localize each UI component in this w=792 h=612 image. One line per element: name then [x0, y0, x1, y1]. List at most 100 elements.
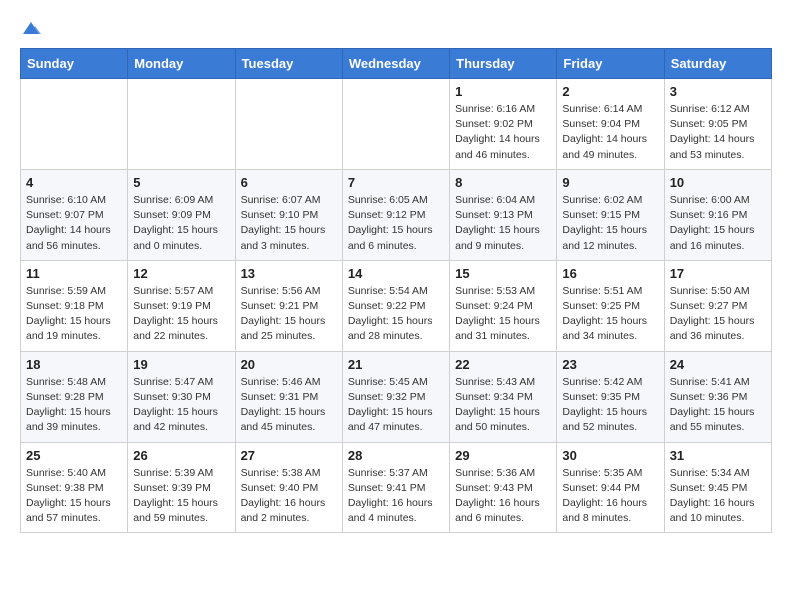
calendar-cell: 18Sunrise: 5:48 AM Sunset: 9:28 PM Dayli… — [21, 351, 128, 442]
day-number: 8 — [455, 175, 551, 190]
calendar-cell: 30 Sunrise: 5:35 AM Sunset: 9:44 PM Dayli… — [557, 442, 664, 533]
calendar-cell: 16Sunrise: 5:51 AM Sunset: 9:25 PM Dayli… — [557, 260, 664, 351]
calendar-cell: 24 Sunrise: 5:41 AM Sunset: 9:36 PM Dayli… — [664, 351, 771, 442]
day-number: 30 — [562, 448, 658, 463]
day-number: 31 — [670, 448, 766, 463]
day-info: Sunrise: 5:34 AM Sunset: 9:45 PM Dayligh… — [670, 466, 766, 527]
day-number: 14 — [348, 266, 444, 281]
calendar-cell: 22 Sunrise: 5:43 AM Sunset: 9:34 PM Dayli… — [450, 351, 557, 442]
day-number: 16 — [562, 266, 658, 281]
day-info: Sunrise: 6:00 AM Sunset: 9:16 PM Dayligh… — [670, 193, 766, 254]
calendar-cell: 14Sunrise: 5:54 AM Sunset: 9:22 PM Dayli… — [342, 260, 449, 351]
calendar-week-row: 4Sunrise: 6:10 AM Sunset: 9:07 PM Daylig… — [21, 169, 772, 260]
day-number: 24 — [670, 357, 766, 372]
day-info: Sunrise: 6:10 AM Sunset: 9:07 PM Dayligh… — [26, 193, 122, 254]
header — [20, 20, 772, 32]
weekday-header-wednesday: Wednesday — [342, 49, 449, 79]
weekday-header-friday: Friday — [557, 49, 664, 79]
calendar-cell: 1 Sunrise: 6:16 AM Sunset: 9:02 PM Daylig… — [450, 79, 557, 170]
calendar-cell: 11Sunrise: 5:59 AM Sunset: 9:18 PM Dayli… — [21, 260, 128, 351]
calendar-week-row: 1 Sunrise: 6:16 AM Sunset: 9:02 PM Daylig… — [21, 79, 772, 170]
calendar-week-row: 11Sunrise: 5:59 AM Sunset: 9:18 PM Dayli… — [21, 260, 772, 351]
day-info: Sunrise: 5:39 AM Sunset: 9:39 PM Dayligh… — [133, 466, 229, 527]
logo — [20, 20, 42, 32]
day-info: Sunrise: 6:16 AM Sunset: 9:02 PM Dayligh… — [455, 102, 551, 163]
calendar-cell — [235, 79, 342, 170]
weekday-header-tuesday: Tuesday — [235, 49, 342, 79]
day-number: 29 — [455, 448, 551, 463]
day-info: Sunrise: 5:36 AM Sunset: 9:43 PM Dayligh… — [455, 466, 551, 527]
day-number: 3 — [670, 84, 766, 99]
day-number: 20 — [241, 357, 337, 372]
day-number: 23 — [562, 357, 658, 372]
day-info: Sunrise: 5:37 AM Sunset: 9:41 PM Dayligh… — [348, 466, 444, 527]
calendar-cell: 21 Sunrise: 5:45 AM Sunset: 9:32 PM Dayli… — [342, 351, 449, 442]
day-number: 7 — [348, 175, 444, 190]
calendar-cell: 13 Sunrise: 5:56 AM Sunset: 9:21 PM Dayli… — [235, 260, 342, 351]
day-number: 19 — [133, 357, 229, 372]
calendar-week-row: 25Sunrise: 5:40 AM Sunset: 9:38 PM Dayli… — [21, 442, 772, 533]
day-number: 2 — [562, 84, 658, 99]
calendar-cell: 2 Sunrise: 6:14 AM Sunset: 9:04 PM Daylig… — [557, 79, 664, 170]
calendar-cell: 19 Sunrise: 5:47 AM Sunset: 9:30 PM Dayli… — [128, 351, 235, 442]
calendar-cell: 3 Sunrise: 6:12 AM Sunset: 9:05 PM Daylig… — [664, 79, 771, 170]
day-info: Sunrise: 5:56 AM Sunset: 9:21 PM Dayligh… — [241, 284, 337, 345]
calendar-cell: 23 Sunrise: 5:42 AM Sunset: 9:35 PM Dayli… — [557, 351, 664, 442]
calendar-cell — [21, 79, 128, 170]
calendar-table: SundayMondayTuesdayWednesdayThursdayFrid… — [20, 48, 772, 533]
day-number: 13 — [241, 266, 337, 281]
day-info: Sunrise: 5:35 AM Sunset: 9:44 PM Dayligh… — [562, 466, 658, 527]
day-number: 28 — [348, 448, 444, 463]
day-number: 11 — [26, 266, 122, 281]
day-info: Sunrise: 5:57 AM Sunset: 9:19 PM Dayligh… — [133, 284, 229, 345]
day-info: Sunrise: 5:42 AM Sunset: 9:35 PM Dayligh… — [562, 375, 658, 436]
day-info: Sunrise: 6:04 AM Sunset: 9:13 PM Dayligh… — [455, 193, 551, 254]
day-info: Sunrise: 5:45 AM Sunset: 9:32 PM Dayligh… — [348, 375, 444, 436]
calendar-cell: 27Sunrise: 5:38 AM Sunset: 9:40 PM Dayli… — [235, 442, 342, 533]
day-number: 10 — [670, 175, 766, 190]
day-number: 17 — [670, 266, 766, 281]
day-number: 5 — [133, 175, 229, 190]
calendar-cell: 20 Sunrise: 5:46 AM Sunset: 9:31 PM Dayli… — [235, 351, 342, 442]
day-info: Sunrise: 6:12 AM Sunset: 9:05 PM Dayligh… — [670, 102, 766, 163]
calendar-cell: 15 Sunrise: 5:53 AM Sunset: 9:24 PM Dayli… — [450, 260, 557, 351]
day-info: Sunrise: 5:48 AM Sunset: 9:28 PM Dayligh… — [26, 375, 122, 436]
day-info: Sunrise: 6:02 AM Sunset: 9:15 PM Dayligh… — [562, 193, 658, 254]
day-number: 15 — [455, 266, 551, 281]
weekday-header-thursday: Thursday — [450, 49, 557, 79]
weekday-header-saturday: Saturday — [664, 49, 771, 79]
day-number: 25 — [26, 448, 122, 463]
calendar-cell: 26 Sunrise: 5:39 AM Sunset: 9:39 PM Dayli… — [128, 442, 235, 533]
calendar-cell: 7 Sunrise: 6:05 AM Sunset: 9:12 PM Daylig… — [342, 169, 449, 260]
day-info: Sunrise: 5:50 AM Sunset: 9:27 PM Dayligh… — [670, 284, 766, 345]
day-info: Sunrise: 6:05 AM Sunset: 9:12 PM Dayligh… — [348, 193, 444, 254]
day-info: Sunrise: 6:09 AM Sunset: 9:09 PM Dayligh… — [133, 193, 229, 254]
calendar-cell: 12 Sunrise: 5:57 AM Sunset: 9:19 PM Dayli… — [128, 260, 235, 351]
calendar-cell: 10 Sunrise: 6:00 AM Sunset: 9:16 PM Dayli… — [664, 169, 771, 260]
calendar-week-row: 18Sunrise: 5:48 AM Sunset: 9:28 PM Dayli… — [21, 351, 772, 442]
day-number: 12 — [133, 266, 229, 281]
day-number: 9 — [562, 175, 658, 190]
day-info: Sunrise: 5:38 AM Sunset: 9:40 PM Dayligh… — [241, 466, 337, 527]
day-info: Sunrise: 6:14 AM Sunset: 9:04 PM Dayligh… — [562, 102, 658, 163]
calendar-cell: 9 Sunrise: 6:02 AM Sunset: 9:15 PM Daylig… — [557, 169, 664, 260]
calendar-cell: 8 Sunrise: 6:04 AM Sunset: 9:13 PM Daylig… — [450, 169, 557, 260]
weekday-header-sunday: Sunday — [21, 49, 128, 79]
day-info: Sunrise: 5:46 AM Sunset: 9:31 PM Dayligh… — [241, 375, 337, 436]
calendar-cell: 31 Sunrise: 5:34 AM Sunset: 9:45 PM Dayli… — [664, 442, 771, 533]
calendar-cell: 25Sunrise: 5:40 AM Sunset: 9:38 PM Dayli… — [21, 442, 128, 533]
day-number: 21 — [348, 357, 444, 372]
day-number: 26 — [133, 448, 229, 463]
page: SundayMondayTuesdayWednesdayThursdayFrid… — [0, 0, 792, 553]
day-info: Sunrise: 5:53 AM Sunset: 9:24 PM Dayligh… — [455, 284, 551, 345]
day-info: Sunrise: 5:41 AM Sunset: 9:36 PM Dayligh… — [670, 375, 766, 436]
calendar-cell — [342, 79, 449, 170]
day-info: Sunrise: 5:43 AM Sunset: 9:34 PM Dayligh… — [455, 375, 551, 436]
calendar-cell: 29 Sunrise: 5:36 AM Sunset: 9:43 PM Dayli… — [450, 442, 557, 533]
day-number: 1 — [455, 84, 551, 99]
day-info: Sunrise: 5:47 AM Sunset: 9:30 PM Dayligh… — [133, 375, 229, 436]
calendar-cell: 28 Sunrise: 5:37 AM Sunset: 9:41 PM Dayli… — [342, 442, 449, 533]
calendar-cell: 4Sunrise: 6:10 AM Sunset: 9:07 PM Daylig… — [21, 169, 128, 260]
calendar-cell: 5 Sunrise: 6:09 AM Sunset: 9:09 PM Daylig… — [128, 169, 235, 260]
day-number: 22 — [455, 357, 551, 372]
